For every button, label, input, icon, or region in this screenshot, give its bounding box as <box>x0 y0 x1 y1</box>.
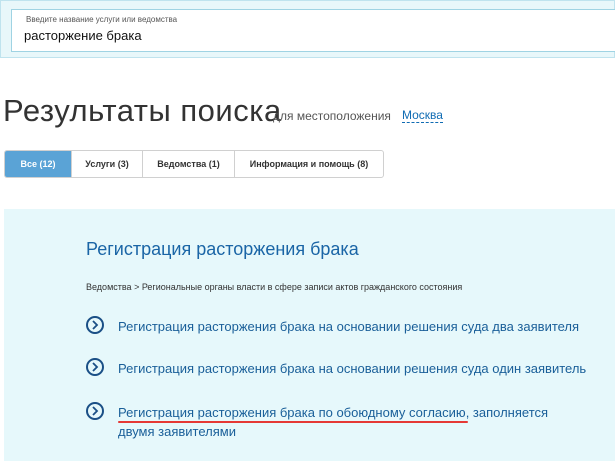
service-text: Регистрация расторжения брака на основан… <box>118 317 579 336</box>
service-text: Регистрация расторжения брака по обоюдно… <box>118 403 586 441</box>
chevron-right-icon <box>86 402 104 420</box>
service-item[interactable]: Регистрация расторжения брака на основан… <box>86 316 579 336</box>
tab-info-help[interactable]: Информация и помощь (8) <box>235 151 383 177</box>
breadcrumb: Ведомства > Региональные органы власти в… <box>86 282 463 292</box>
location-link[interactable]: Москва <box>402 109 443 123</box>
group-title[interactable]: Регистрация расторжения брака <box>86 239 359 260</box>
chevron-right-icon <box>86 316 104 334</box>
service-link[interactable]: Регистрация расторжения брака по обоюдно… <box>118 405 468 423</box>
service-link-text: Регистрация расторжения брака по обоюдно… <box>118 405 466 420</box>
service-item[interactable]: Регистрация расторжения брака на основан… <box>86 358 586 378</box>
service-text: Регистрация расторжения брака на основан… <box>118 359 586 378</box>
results-panel: Регистрация расторжения брака Ведомства … <box>4 209 615 461</box>
page-title: Результаты поиска <box>3 93 282 128</box>
tab-all[interactable]: Все (12) <box>5 151 72 177</box>
search-area: Введите название услуги или ведомства <box>0 0 615 58</box>
service-link[interactable]: Регистрация расторжения брака на основан… <box>118 319 579 334</box>
service-link[interactable]: Регистрация расторжения брака на основан… <box>118 361 586 376</box>
tab-services[interactable]: Услуги (3) <box>72 151 143 177</box>
service-item[interactable]: Регистрация расторжения брака по обоюдно… <box>86 402 586 441</box>
tab-departments[interactable]: Ведомства (1) <box>143 151 235 177</box>
location-label: для местоположения <box>273 109 391 123</box>
chevron-right-icon <box>86 358 104 376</box>
highlight-underline <box>118 421 468 423</box>
results-tabs: Все (12) Услуги (3) Ведомства (1) Информ… <box>4 150 384 178</box>
search-label: Введите название услуги или ведомства <box>26 15 178 24</box>
search-input[interactable] <box>24 25 584 45</box>
search-box[interactable]: Введите название услуги или ведомства <box>11 9 615 52</box>
